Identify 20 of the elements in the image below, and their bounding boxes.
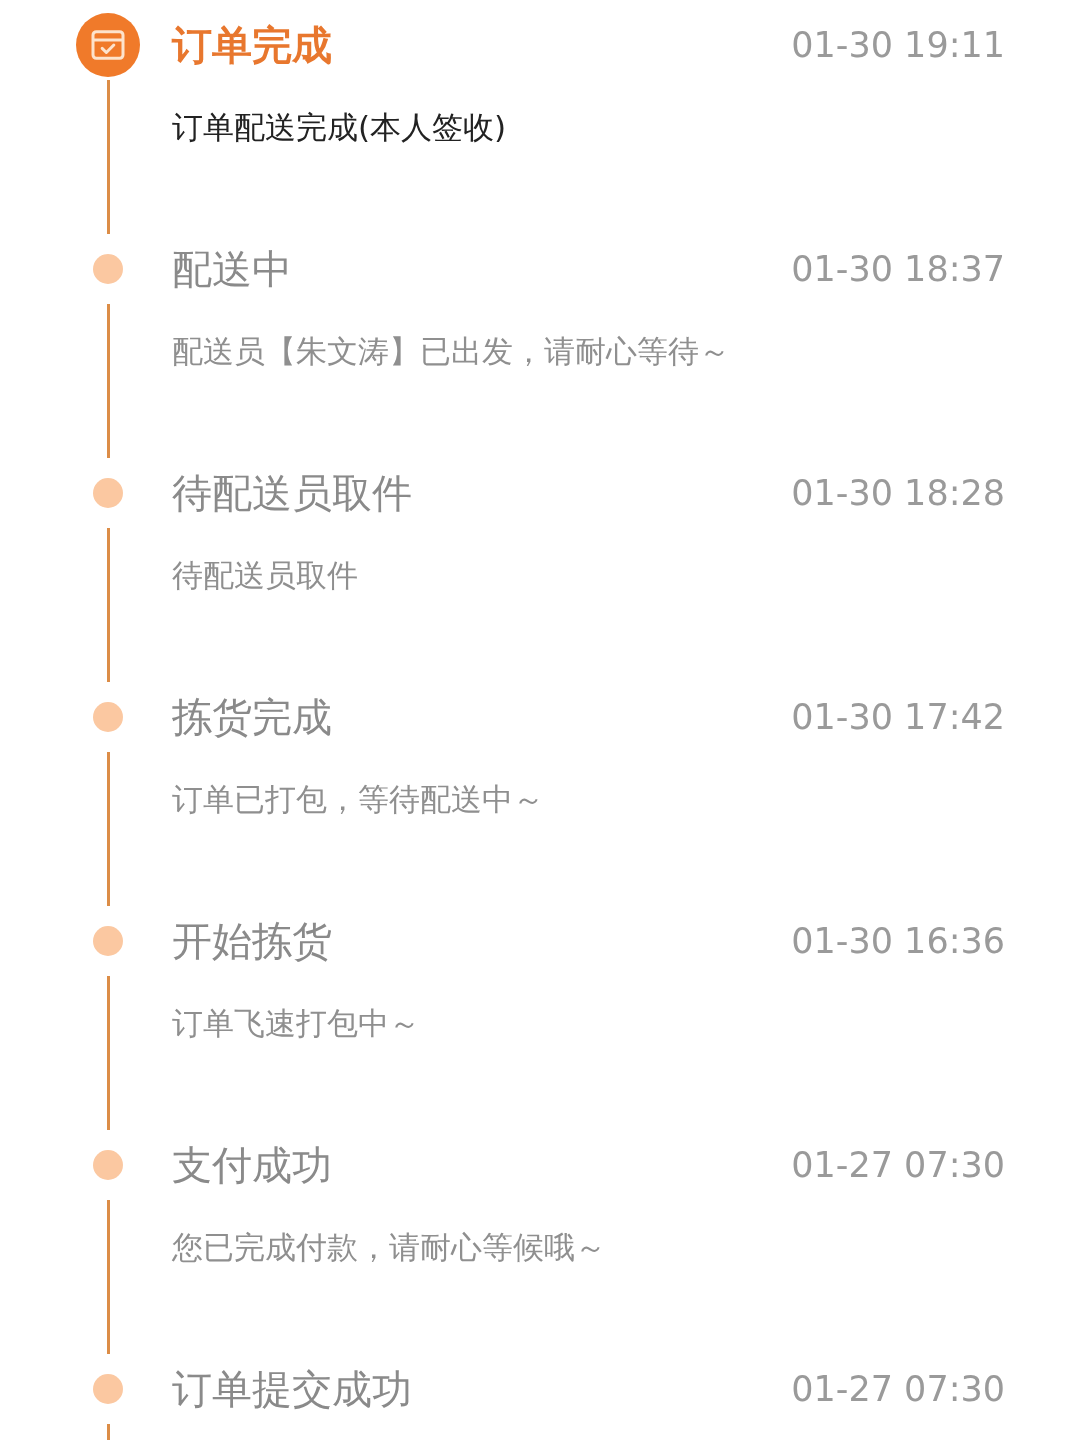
- step-time: 01-27 07:30: [791, 1145, 1005, 1185]
- step-title: 订单完成: [172, 20, 332, 70]
- step-description: 配送员【朱文涛】已出发，请耐心等待～: [172, 332, 731, 371]
- step-title: 开始拣货: [172, 916, 332, 966]
- step-time: 01-30 19:11: [791, 25, 1005, 65]
- step-description: 您已完成付款，请耐心等候哦～: [172, 1228, 607, 1267]
- step-description: 待配送员取件: [172, 556, 359, 595]
- step-description: 订单已打包，等待配送中～: [172, 780, 545, 819]
- step-time: 01-27 07:30: [791, 1369, 1005, 1409]
- step-title: 待配送员取件: [172, 468, 412, 518]
- step-time: 01-30 18:37: [791, 249, 1005, 289]
- step-title: 支付成功: [172, 1140, 332, 1190]
- step-title: 拣货完成: [172, 692, 332, 742]
- step-time: 01-30 18:28: [791, 473, 1005, 513]
- step-time: 01-30 17:42: [791, 697, 1005, 737]
- step-description: 订单飞速打包中～: [172, 1004, 421, 1043]
- step-description: 订单配送完成(本人签收): [172, 108, 508, 147]
- step-title: 订单提交成功: [172, 1364, 412, 1414]
- step-title: 配送中: [172, 244, 292, 294]
- step-time: 01-30 16:36: [791, 921, 1005, 961]
